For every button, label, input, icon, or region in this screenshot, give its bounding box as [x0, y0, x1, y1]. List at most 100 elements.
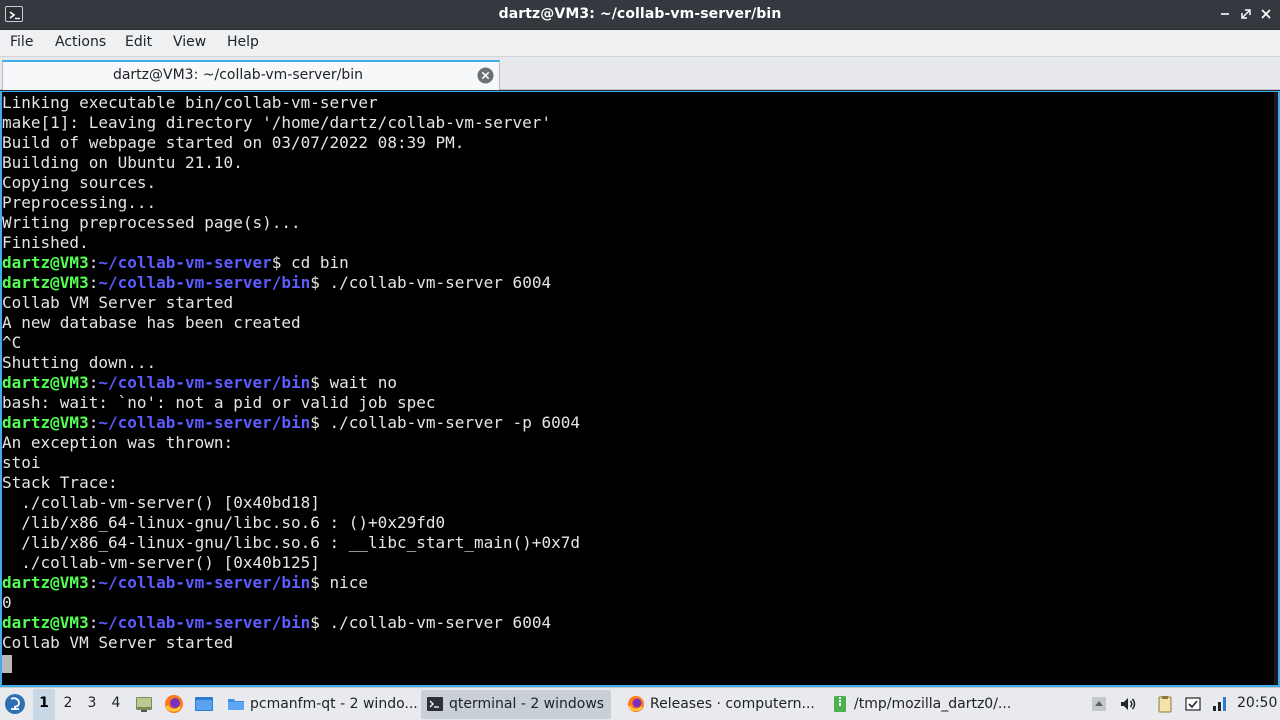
prompt-path: ~/collab-vm-server/bin: [98, 573, 311, 592]
output-line: ^C: [2, 333, 22, 352]
output-line: Build of webpage started on 03/07/2022 0…: [2, 133, 465, 152]
output-line: Preprocessing...: [2, 193, 157, 212]
window-titlebar[interactable]: dartz@VM3: ~/collab-vm-server/bin: [0, 0, 1280, 30]
output-line: An exception was thrown:: [2, 433, 234, 452]
output-line: ./collab-vm-server() [0x40b125]: [2, 553, 320, 572]
prompt-separator: :: [88, 613, 99, 632]
output-line: A new database has been created: [2, 313, 301, 332]
minimize-icon: [1221, 13, 1229, 15]
task-label: Releases · computern...: [650, 696, 815, 712]
network-icon[interactable]: [1209, 694, 1229, 714]
text-cursor: [2, 654, 12, 673]
taskbar: 1 2 3 4 pcmanfm-qt - 2 windo... qtermina…: [0, 687, 1280, 720]
menu-help[interactable]: Help: [227, 34, 259, 50]
maximize-button[interactable]: [1239, 7, 1253, 21]
terminal-cursor-line: [2, 653, 580, 673]
folder-icon: [227, 695, 245, 713]
prompt-line: dartz@VM3:~/collab-vm-server/bin$ ./coll…: [2, 613, 580, 633]
menu-view[interactable]: View: [173, 34, 206, 50]
file-manager-icon[interactable]: [194, 694, 214, 714]
tab-close-button[interactable]: [477, 67, 494, 84]
output-line: Building on Ubuntu 21.10.: [2, 153, 243, 172]
prompt-user: dartz@VM3: [2, 613, 89, 632]
prompt-command: $ ./collab-vm-server 6004: [310, 613, 552, 632]
task-label: /tmp/mozilla_dartz0/...: [854, 696, 1012, 712]
terminal-icon: [426, 695, 444, 713]
prompt-path: ~/collab-vm-server/bin: [98, 273, 311, 292]
tab-terminal[interactable]: dartz@VM3: ~/collab-vm-server/bin: [2, 60, 500, 90]
prompt-user: dartz@VM3: [2, 373, 89, 392]
archive-icon: [831, 695, 849, 713]
menu-file[interactable]: File: [10, 34, 33, 50]
desktop-3[interactable]: 3: [83, 695, 101, 711]
output-line: Copying sources.: [2, 173, 157, 192]
prompt-line: dartz@VM3:~/collab-vm-server/bin$ ./coll…: [2, 273, 580, 293]
prompt-line: dartz@VM3:~/collab-vm-server$ cd bin: [2, 253, 580, 273]
prompt-separator: :: [88, 273, 99, 292]
desktop-2[interactable]: 2: [59, 695, 77, 711]
firefox-icon: [627, 695, 645, 713]
output-line: stoi: [2, 453, 41, 472]
output-line: make[1]: Leaving directory '/home/dartz/…: [2, 113, 552, 132]
terminal-view[interactable]: Linking executable bin/collab-vm-server m…: [0, 91, 1280, 687]
tab-bar: dartz@VM3: ~/collab-vm-server/bin: [0, 57, 1280, 90]
prompt-separator: :: [88, 253, 99, 272]
tray-arrow-icon[interactable]: [1089, 694, 1109, 714]
clock[interactable]: 20:50: [1237, 695, 1277, 711]
task-label: pcmanfm-qt - 2 windo...: [250, 696, 418, 712]
output-line: Collab VM Server started: [2, 293, 234, 312]
minimize-button[interactable]: [1218, 7, 1232, 21]
volume-icon[interactable]: [1118, 694, 1138, 714]
task-label: qterminal - 2 windows: [449, 696, 605, 712]
updates-icon[interactable]: [1183, 694, 1203, 714]
task-qterminal[interactable]: qterminal - 2 windows: [421, 690, 611, 719]
prompt-line: dartz@VM3:~/collab-vm-server/bin$ wait n…: [2, 373, 580, 393]
prompt-line: dartz@VM3:~/collab-vm-server/bin$ nice: [2, 573, 580, 593]
desktop-1[interactable]: 1: [35, 695, 53, 711]
task-firefox[interactable]: Releases · computern...: [622, 690, 818, 719]
output-line: /lib/x86_64-linux-gnu/libc.so.6 : __libc…: [2, 533, 580, 552]
prompt-separator: :: [88, 373, 99, 392]
prompt-path: ~/collab-vm-server/bin: [98, 613, 311, 632]
output-line: /lib/x86_64-linux-gnu/libc.so.6 : ()+0x2…: [2, 513, 446, 532]
task-pcmanfm[interactable]: pcmanfm-qt - 2 windo...: [222, 690, 418, 719]
prompt-line: dartz@VM3:~/collab-vm-server/bin$ ./coll…: [2, 413, 580, 433]
output-line: Linking executable bin/collab-vm-server: [2, 93, 378, 112]
prompt-command: $ ./collab-vm-server 6004: [310, 273, 552, 292]
terminal-output: Linking executable bin/collab-vm-server m…: [2, 93, 580, 673]
tab-label: dartz@VM3: ~/collab-vm-server/bin: [112, 67, 364, 83]
menu-edit[interactable]: Edit: [125, 34, 152, 50]
output-line: ./collab-vm-server() [0x40bd18]: [2, 493, 320, 512]
output-line: Shutting down...: [2, 353, 157, 372]
start-menu-button[interactable]: [4, 693, 26, 715]
desktop-4[interactable]: 4: [107, 695, 125, 711]
prompt-user: dartz@VM3: [2, 413, 89, 432]
menu-actions[interactable]: Actions: [55, 34, 106, 50]
prompt-separator: :: [88, 413, 99, 432]
prompt-user: dartz@VM3: [2, 253, 89, 272]
prompt-path: ~/collab-vm-server: [98, 253, 272, 272]
terminal-scrollbar[interactable]: [1274, 92, 1278, 685]
prompt-path: ~/collab-vm-server/bin: [98, 373, 311, 392]
close-window-button[interactable]: [1259, 7, 1273, 21]
prompt-user: dartz@VM3: [2, 573, 89, 592]
firefox-icon[interactable]: [164, 694, 184, 714]
task-archive[interactable]: /tmp/mozilla_dartz0/...: [826, 690, 1022, 719]
clipboard-icon[interactable]: [1155, 694, 1175, 714]
lxqt-start-icon: [5, 694, 25, 714]
menu-bar: File Actions Edit View Help: [0, 30, 1280, 57]
output-line: 0: [2, 593, 12, 612]
output-line: Writing preprocessed page(s)...: [2, 213, 301, 232]
prompt-command: $ cd bin: [271, 253, 349, 272]
output-line: Finished.: [2, 233, 89, 252]
window-title: dartz@VM3: ~/collab-vm-server/bin: [498, 6, 782, 22]
prompt-user: dartz@VM3: [2, 273, 89, 292]
close-tab-icon: [477, 67, 494, 84]
prompt-separator: :: [88, 573, 99, 592]
prompt-command: $ wait no: [310, 373, 397, 392]
prompt-command: $ ./collab-vm-server -p 6004: [310, 413, 580, 432]
show-desktop-icon[interactable]: [134, 694, 154, 714]
output-line: Stack Trace:: [2, 473, 118, 492]
restore-icon: [1241, 9, 1251, 19]
close-icon: [1261, 9, 1271, 19]
